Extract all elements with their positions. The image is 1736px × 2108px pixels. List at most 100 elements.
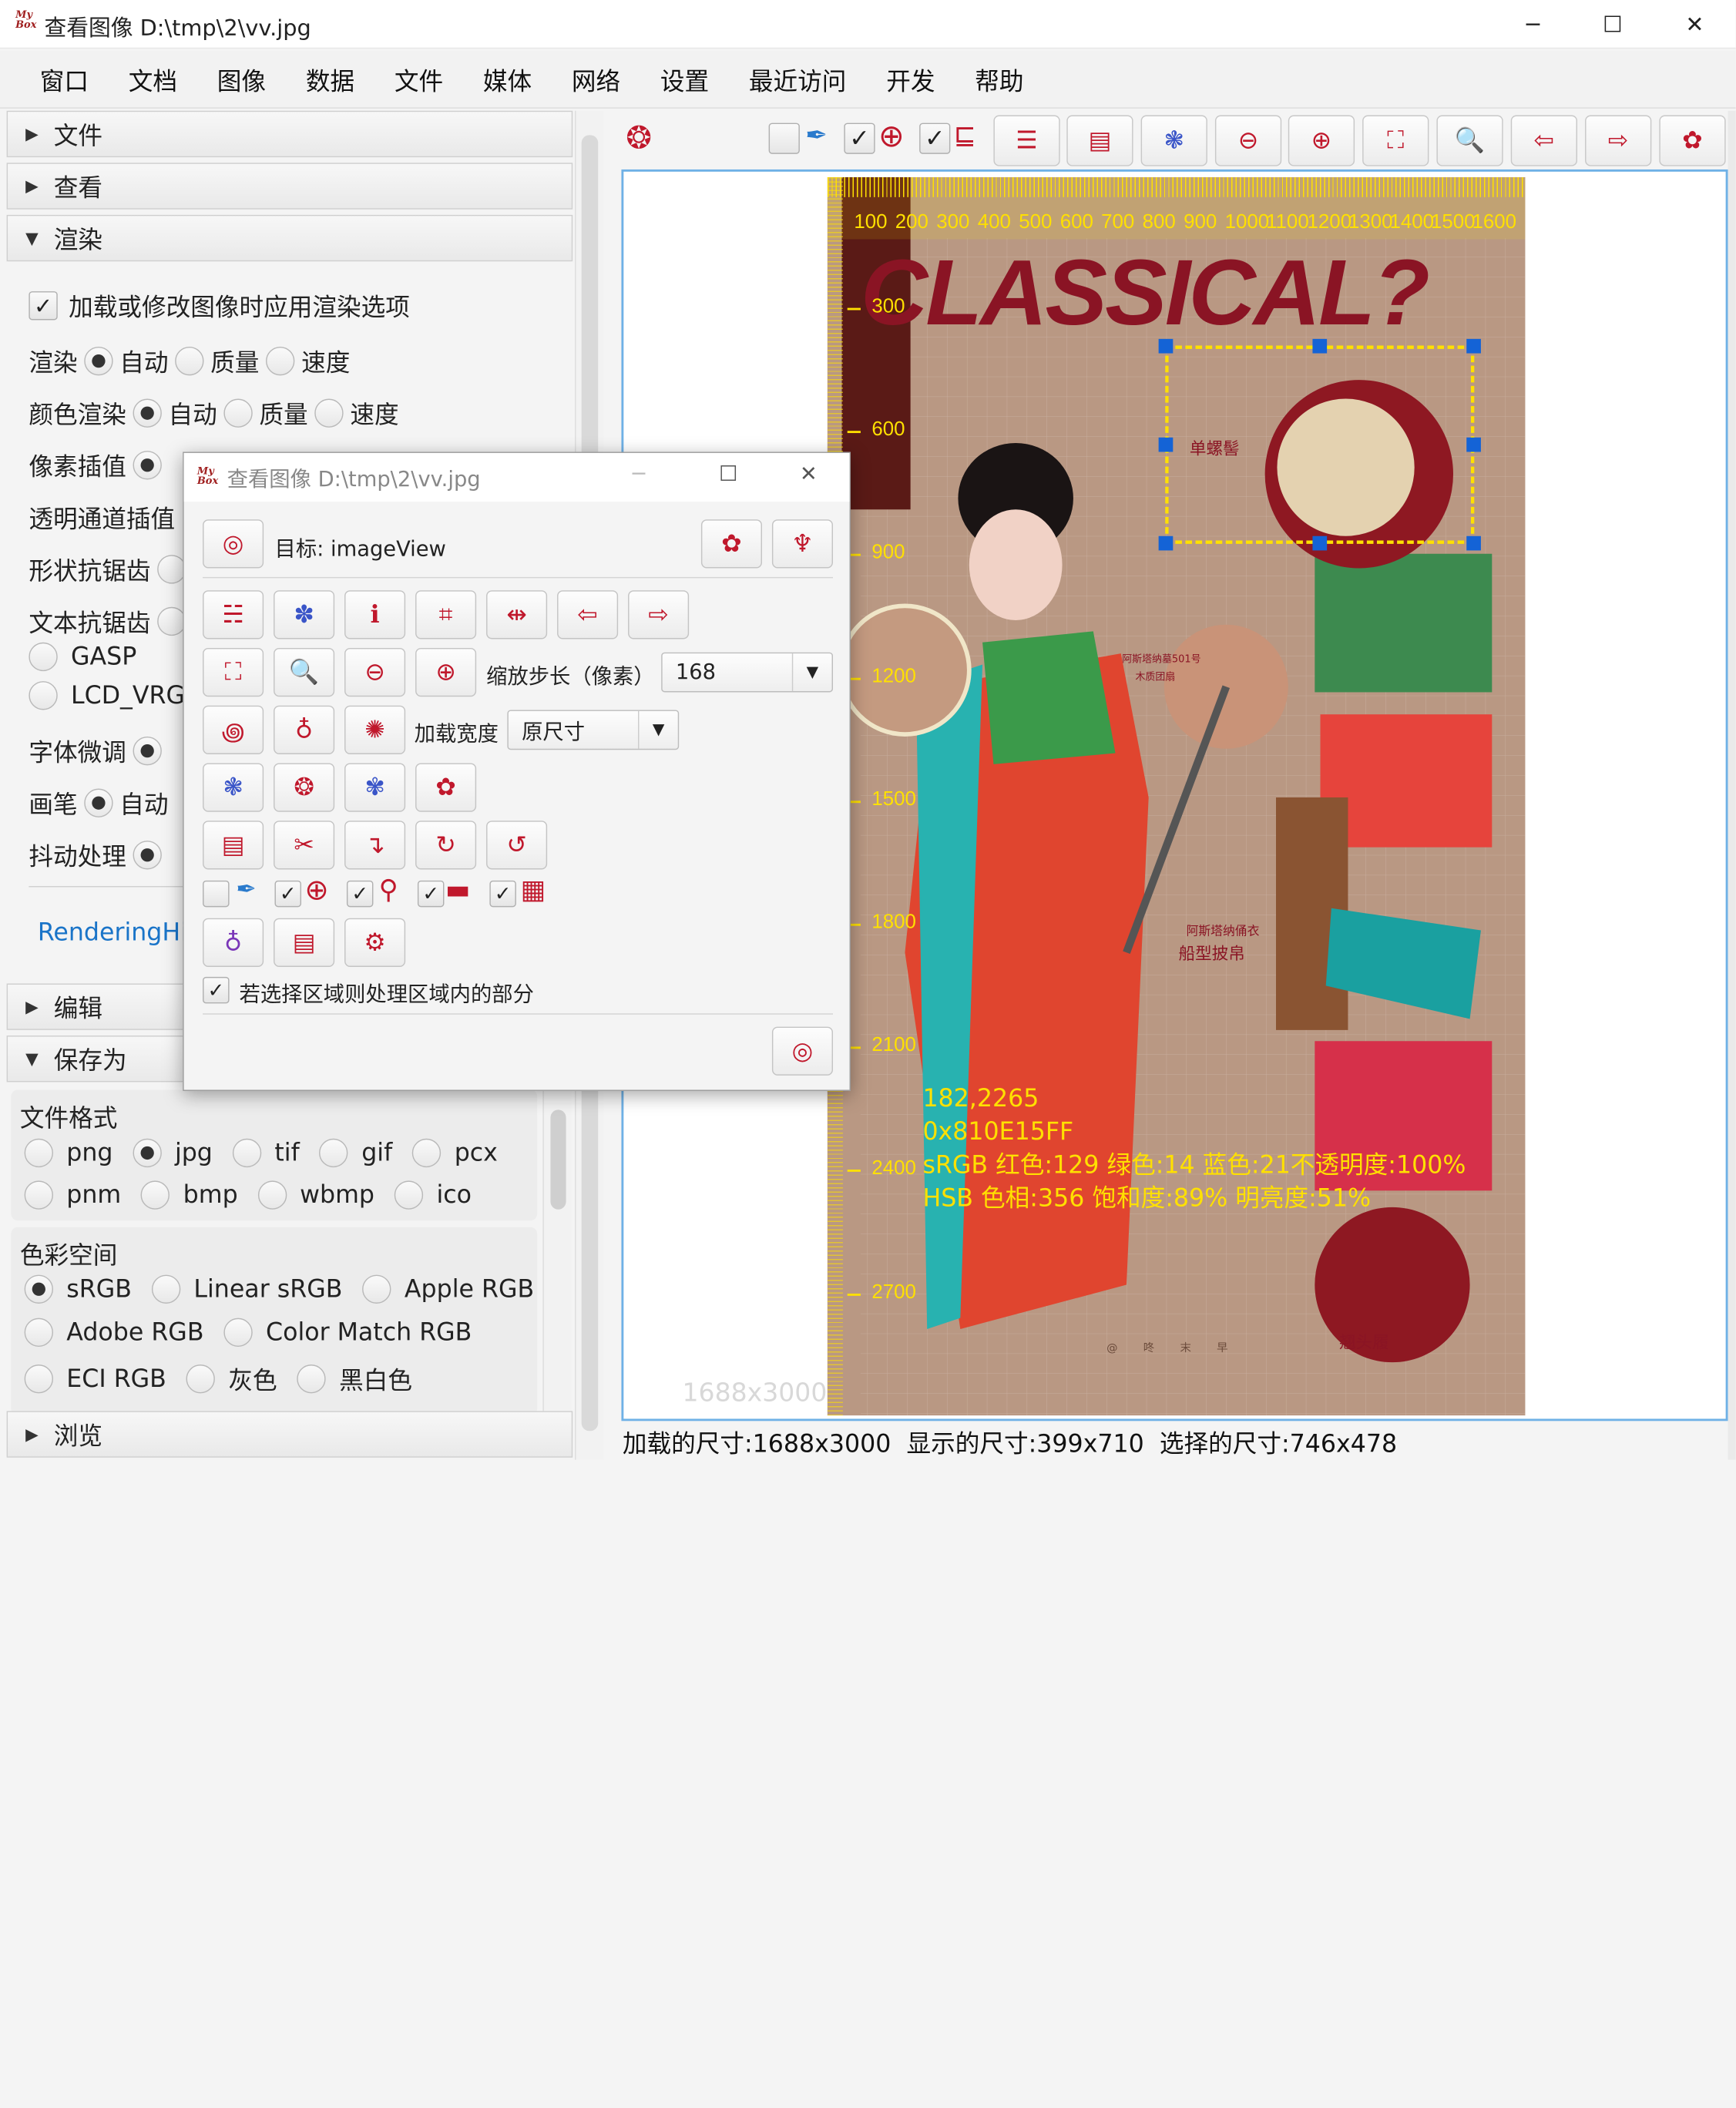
dialog-grid-checkbox[interactable]: ✓ [489, 880, 516, 908]
close-button[interactable]: ✕ [1655, 0, 1735, 49]
snowflake-button[interactable]: ❃ [203, 763, 264, 812]
apply-render-checkbox[interactable]: ✓ [29, 291, 58, 321]
paper-button[interactable]: ▤ [203, 821, 264, 870]
dialog-maximize-button[interactable]: ☐ [719, 462, 738, 486]
info-button[interactable]: ℹ [344, 590, 406, 639]
format-jpg-radio[interactable] [133, 1138, 162, 1168]
zoom-out-button[interactable]: ⊖ [1214, 115, 1282, 166]
ruler-checkbox[interactable]: ✓ [919, 123, 951, 154]
text-aa-radio[interactable] [157, 606, 186, 636]
pick-color-icon[interactable]: ✒ [805, 119, 828, 150]
dialog-zoom-out-button[interactable]: ⊖ [344, 647, 406, 697]
turn-button[interactable]: ↴ [344, 821, 406, 870]
color-speed-radio[interactable] [314, 398, 344, 428]
rendering-quality-radio[interactable] [175, 346, 204, 376]
coordinate-icon[interactable]: ⊕ [878, 117, 905, 153]
resize-button[interactable]: ⇹ [486, 590, 548, 639]
dialog-marker-checkbox[interactable]: ✓ [346, 880, 374, 908]
selection-handle[interactable] [1466, 437, 1481, 452]
shape-aa-radio[interactable] [157, 555, 186, 584]
gourd-button[interactable]: ♁ [274, 705, 335, 754]
menu-file[interactable]: 文件 [374, 62, 463, 97]
color-quality-radio[interactable] [223, 398, 253, 428]
load-width-select[interactable]: 原尺寸 ▼ [507, 710, 680, 750]
menu-settings[interactable]: 设置 [640, 62, 729, 97]
image-tools-dialog[interactable]: My Box 查看图像 D:\tmp\2\vv.jpg ─ ☐ ✕ ◎ 目标: i… [183, 451, 851, 1091]
format-png-radio[interactable] [24, 1138, 53, 1168]
actual-size-button[interactable]: 🔍 [1436, 115, 1503, 166]
format-tif-radio[interactable] [232, 1138, 262, 1168]
dialog-actual-size-button[interactable]: 🔍 [274, 647, 335, 697]
menu-window[interactable]: 窗口 [20, 62, 109, 97]
settings-button[interactable]: ✽ [274, 590, 335, 639]
ruler-icon[interactable]: ▬ [445, 874, 471, 905]
maximize-button[interactable]: ☐ [1573, 0, 1653, 49]
previous-button[interactable]: ⇦ [1510, 115, 1577, 166]
palette-button[interactable]: ♁ [203, 918, 264, 967]
dialog-next-button[interactable]: ⇨ [628, 590, 690, 639]
pick-color-icon[interactable]: ✒ [236, 876, 257, 904]
menu-document[interactable]: 文档 [109, 62, 197, 97]
format-bmp-radio[interactable] [141, 1180, 170, 1210]
swirl-button[interactable]: ꩜ [203, 705, 264, 754]
dialog-fit-button[interactable]: ⛶ [203, 647, 264, 697]
html-button[interactable]: ⌗ [415, 590, 477, 639]
dialog-zoom-in-button[interactable]: ⊕ [415, 647, 477, 697]
selection-rectangle[interactable] [1165, 345, 1475, 544]
gear-button[interactable]: ⚙ [344, 918, 406, 967]
flower-button[interactable]: ✺ [344, 705, 406, 754]
notes-button[interactable]: ▤ [274, 918, 335, 967]
selection-handle[interactable] [1312, 535, 1328, 551]
menu-network[interactable]: 网络 [552, 62, 640, 97]
cut-button[interactable]: ✂ [274, 821, 335, 870]
selection-handle[interactable] [1312, 338, 1328, 354]
section-browse[interactable]: ▶ 浏览 [6, 1411, 573, 1458]
lcd-radio[interactable] [29, 681, 58, 710]
menu-develop[interactable]: 开发 [866, 62, 955, 97]
selection-handle[interactable] [1158, 535, 1174, 551]
wheel-button[interactable]: ❂ [274, 763, 335, 812]
dialog-gourd-button[interactable]: ♆ [771, 519, 833, 569]
dialog-previous-button[interactable]: ⇦ [557, 590, 619, 639]
process-region-checkbox[interactable]: ✓ [203, 976, 230, 1004]
minimize-button[interactable]: ─ [1493, 0, 1573, 49]
format-ico-radio[interactable] [394, 1180, 424, 1210]
cs-linear-srgb-radio[interactable] [151, 1274, 181, 1304]
zoom-step-select[interactable]: 168 ▼ [661, 652, 833, 693]
menu-button[interactable]: ✿ [1659, 115, 1726, 166]
cut-button[interactable]: ❃ [1140, 115, 1207, 166]
fit-button[interactable]: ⛶ [1362, 115, 1429, 166]
dialog-ruler-checkbox[interactable]: ✓ [417, 880, 445, 908]
location-pin-icon[interactable]: ⚲ [379, 874, 398, 905]
cs-bw-radio[interactable] [297, 1364, 326, 1394]
menu-image[interactable]: 图像 [197, 62, 286, 97]
section-view[interactable]: ▶ 查看 [6, 163, 573, 210]
blossom-button[interactable]: ✿ [415, 763, 477, 812]
rotate-left-button[interactable]: ↺ [486, 821, 548, 870]
dialog-minimize-button[interactable]: ─ [633, 462, 645, 486]
dialog-pick-color-checkbox[interactable] [203, 880, 230, 908]
ruler-icon[interactable]: ⊑ [954, 119, 976, 150]
selection-handle[interactable] [1466, 338, 1481, 354]
menu-recent[interactable]: 最近访问 [729, 62, 866, 97]
color-auto-radio[interactable] [133, 398, 162, 428]
paper-button[interactable]: ▤ [1066, 115, 1133, 166]
cs-eci-rgb-radio[interactable] [24, 1364, 53, 1394]
pick-color-checkbox[interactable] [768, 123, 800, 154]
grid-icon[interactable]: ▦ [521, 874, 546, 905]
format-pnm-radio[interactable] [24, 1180, 53, 1210]
pixel-interp-radio[interactable] [133, 451, 162, 480]
section-render[interactable]: ▼ 渲染 [6, 214, 573, 262]
target-button[interactable]: ◎ [203, 519, 264, 569]
cs-apple-rgb-radio[interactable] [362, 1274, 391, 1304]
stroke-auto-radio[interactable] [84, 788, 113, 817]
dialog-close-button[interactable]: ✕ [800, 462, 818, 486]
format-gif-radio[interactable] [319, 1138, 348, 1168]
star-flower-button[interactable]: ✾ [344, 763, 406, 812]
mybox-icon[interactable]: ❂ [626, 119, 652, 156]
saveas-scrollbar[interactable] [542, 1089, 572, 1411]
format-wbmp-radio[interactable] [257, 1180, 287, 1210]
menu-media[interactable]: 媒体 [463, 62, 552, 97]
selection-handle[interactable] [1158, 338, 1174, 354]
menu-help[interactable]: 帮助 [955, 62, 1043, 97]
